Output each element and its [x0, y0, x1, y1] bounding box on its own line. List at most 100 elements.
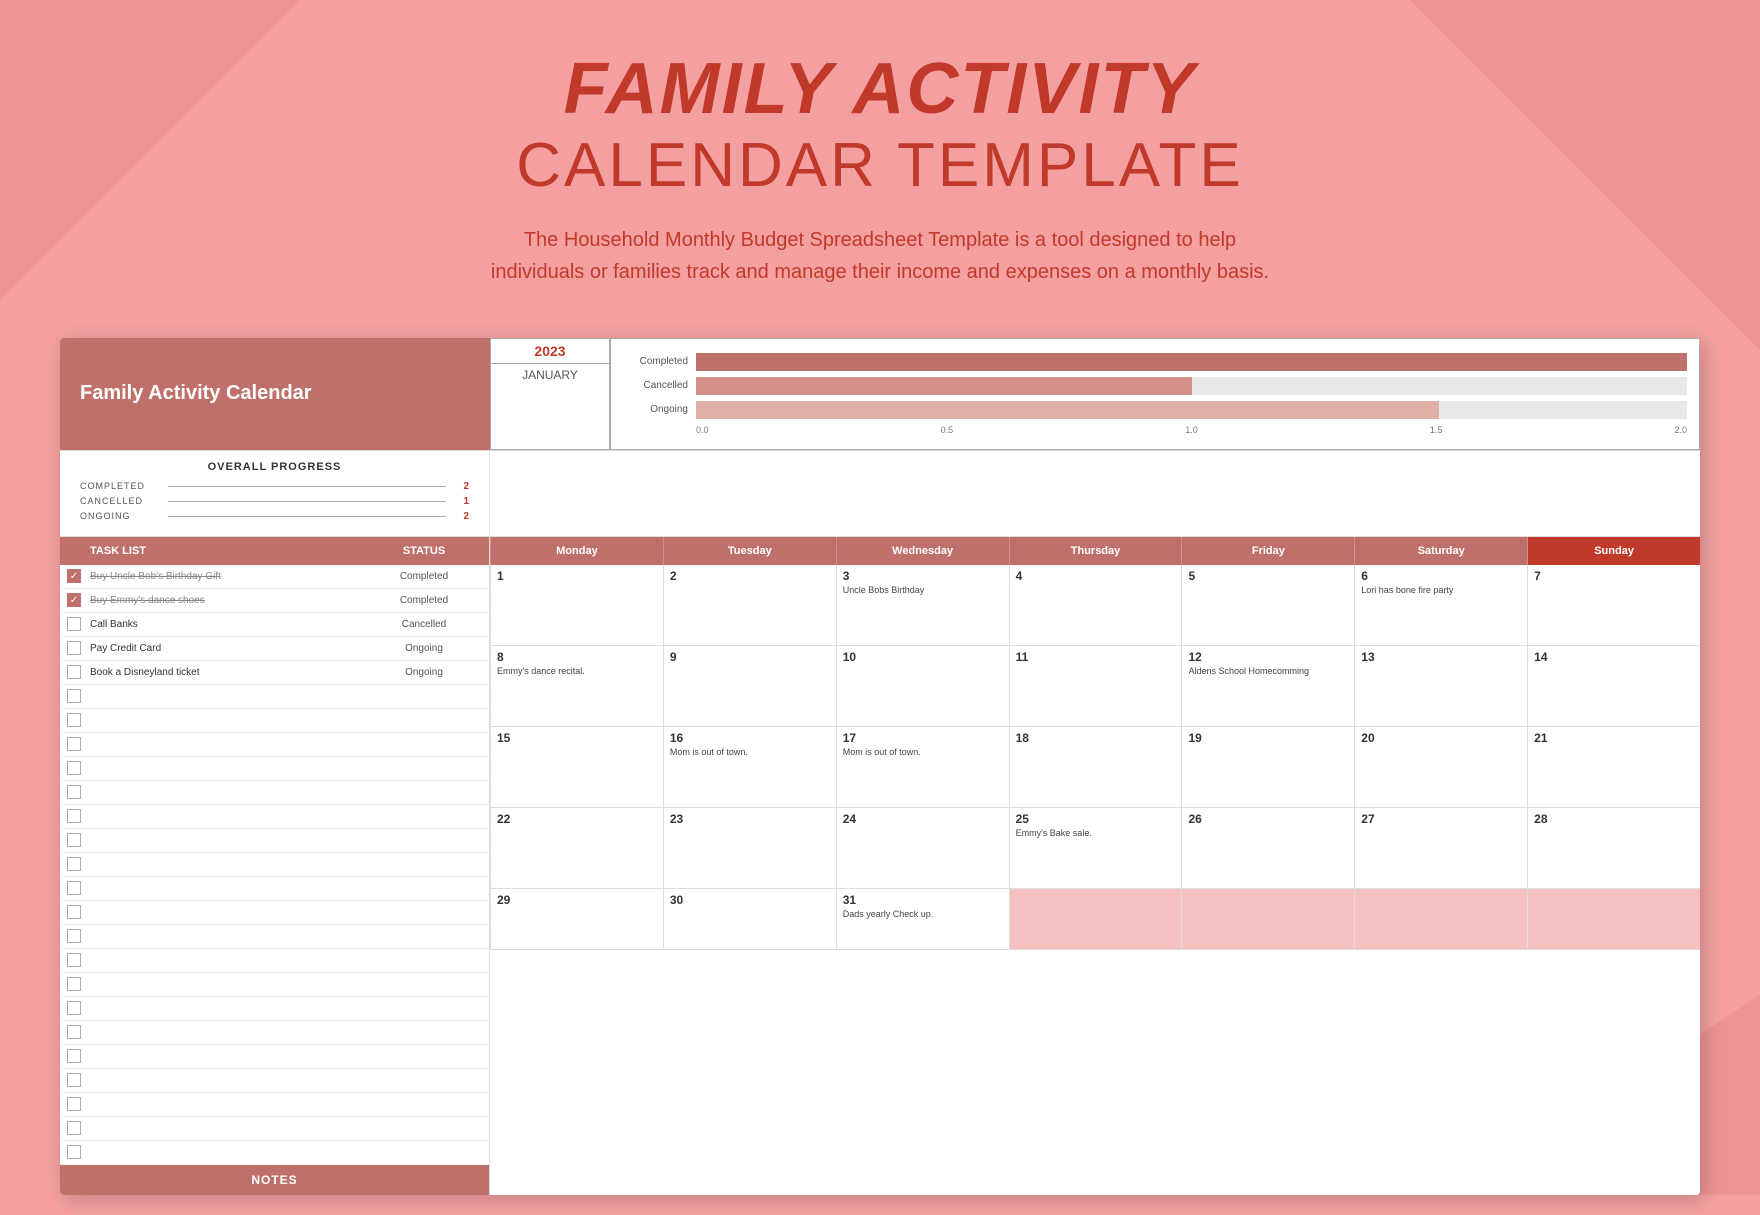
- bar-chart: Completed Cancelled Ongoing: [623, 347, 1687, 441]
- task-checkbox[interactable]: [60, 857, 88, 871]
- progress-section: OVERALL PROGRESS COMPLETED 2 CANCELLED 1…: [60, 451, 490, 536]
- task-checkbox[interactable]: [60, 785, 88, 799]
- progress-line-ongoing: [168, 516, 446, 517]
- task-checkbox[interactable]: [60, 1073, 88, 1087]
- task-checkbox[interactable]: [60, 1049, 88, 1063]
- task-checkbox[interactable]: [60, 1145, 88, 1159]
- task-checkbox[interactable]: [60, 1121, 88, 1135]
- task-row: [60, 733, 489, 757]
- task-checkbox[interactable]: ✓: [60, 593, 88, 607]
- axis-0: 0.0: [696, 425, 709, 435]
- checkbox-empty: [67, 857, 81, 871]
- task-name: [88, 860, 359, 868]
- task-name: [88, 812, 359, 820]
- task-status: [359, 716, 489, 724]
- progress-row-completed: COMPLETED 2: [80, 481, 469, 492]
- task-checkbox[interactable]: [60, 761, 88, 775]
- chart-axis: 0.0 0.5 1.0 1.5 2.0: [696, 425, 1687, 435]
- cal-day-num: 8: [497, 650, 657, 664]
- task-checkbox[interactable]: [60, 929, 88, 943]
- task-checkbox[interactable]: [60, 713, 88, 727]
- cal-cell: 24: [836, 808, 1009, 888]
- task-status: [359, 1124, 489, 1132]
- cal-day-num: 1: [497, 569, 657, 583]
- task-checkbox[interactable]: [60, 689, 88, 703]
- checkbox-empty: [67, 929, 81, 943]
- task-checkbox[interactable]: [60, 617, 88, 631]
- cal-cell: 19: [1181, 727, 1354, 807]
- cal-cell: 31 Dads yearly Check up.: [836, 889, 1009, 949]
- cal-cell: 17Mom is out of town.: [836, 727, 1009, 807]
- task-status: [359, 1100, 489, 1108]
- task-name: Pay Credit Card: [88, 639, 359, 658]
- task-checkbox[interactable]: [60, 833, 88, 847]
- title-bold: FAMILY ACTIVITY: [0, 50, 1760, 129]
- cal-event: Emmy's Bake sale.: [1016, 828, 1176, 840]
- task-row: [60, 997, 489, 1021]
- task-name: [88, 740, 359, 748]
- cal-day-num: 5: [1188, 569, 1348, 583]
- cal-week-row: 22232425Emmy's Bake sale.262728: [490, 808, 1700, 889]
- task-checkbox[interactable]: [60, 953, 88, 967]
- cal-day-num: 2: [670, 569, 830, 583]
- cal-header-wednesday: Wednesday: [836, 537, 1009, 565]
- cal-cell: 20: [1354, 727, 1527, 807]
- cal-day-num: 22: [497, 812, 657, 826]
- checkbox-empty: [67, 1145, 81, 1159]
- task-checkbox[interactable]: [60, 905, 88, 919]
- checkbox-empty: [67, 641, 81, 655]
- task-status: [359, 956, 489, 964]
- task-name: [88, 1124, 359, 1132]
- cal-day-num: 7: [1534, 569, 1694, 583]
- cal-day-num: 3: [843, 569, 1003, 583]
- task-row: [60, 949, 489, 973]
- cal-event: Dads yearly Check up.: [843, 909, 1003, 921]
- cal-cell: 2: [663, 565, 836, 645]
- task-checkbox[interactable]: [60, 809, 88, 823]
- axis-2: 2.0: [1674, 425, 1687, 435]
- cal-cell: [1181, 889, 1354, 949]
- cal-cell: 18: [1009, 727, 1182, 807]
- task-checkbox[interactable]: [60, 881, 88, 895]
- task-name: [88, 932, 359, 940]
- cal-event: Aldens School Homecomming: [1188, 666, 1348, 678]
- checkbox-empty: [67, 713, 81, 727]
- progress-value-ongoing: 2: [454, 511, 469, 522]
- cal-cell: 22: [490, 808, 663, 888]
- task-checkbox[interactable]: [60, 1097, 88, 1111]
- task-checkbox[interactable]: [60, 665, 88, 679]
- task-status: Completed: [359, 591, 489, 610]
- task-checkbox[interactable]: [60, 1025, 88, 1039]
- task-checkbox[interactable]: [60, 977, 88, 991]
- checkbox-empty: [67, 1049, 81, 1063]
- task-status: [359, 932, 489, 940]
- cal-cell: 6Lori has bone fire party: [1354, 565, 1527, 645]
- notes-bar: NOTES: [60, 1165, 489, 1195]
- cal-day-num: 30: [670, 893, 830, 907]
- task-checkbox[interactable]: [60, 1001, 88, 1015]
- task-checkbox[interactable]: [60, 737, 88, 751]
- checkbox-empty: [67, 953, 81, 967]
- task-row: [60, 877, 489, 901]
- cal-cell: 21: [1527, 727, 1700, 807]
- cal-day-num: 12: [1188, 650, 1348, 664]
- cal-cell: 29: [490, 889, 663, 949]
- bar-label-completed: Completed: [623, 356, 688, 367]
- task-checkbox[interactable]: [60, 641, 88, 655]
- cal-day-num: 31: [843, 893, 1003, 907]
- cal-cell: 14: [1527, 646, 1700, 726]
- bar-fill-ongoing: [696, 401, 1439, 419]
- task-col-header-status: STATUS: [359, 537, 489, 565]
- progress-row-cancelled: CANCELLED 1: [80, 496, 469, 507]
- task-checkbox[interactable]: ✓: [60, 569, 88, 583]
- task-status: [359, 980, 489, 988]
- checkbox-empty: [67, 785, 81, 799]
- bar-row-ongoing: Ongoing: [623, 401, 1687, 419]
- task-list: ✓Buy Uncle Bob's Birthday GiftCompleted✓…: [60, 565, 489, 1165]
- task-name: [88, 980, 359, 988]
- cal-day-num: 18: [1016, 731, 1176, 745]
- bar-container-ongoing: [696, 401, 1687, 419]
- task-status: [359, 1076, 489, 1084]
- checkbox-empty: [67, 1073, 81, 1087]
- cal-header-tuesday: Tuesday: [663, 537, 836, 565]
